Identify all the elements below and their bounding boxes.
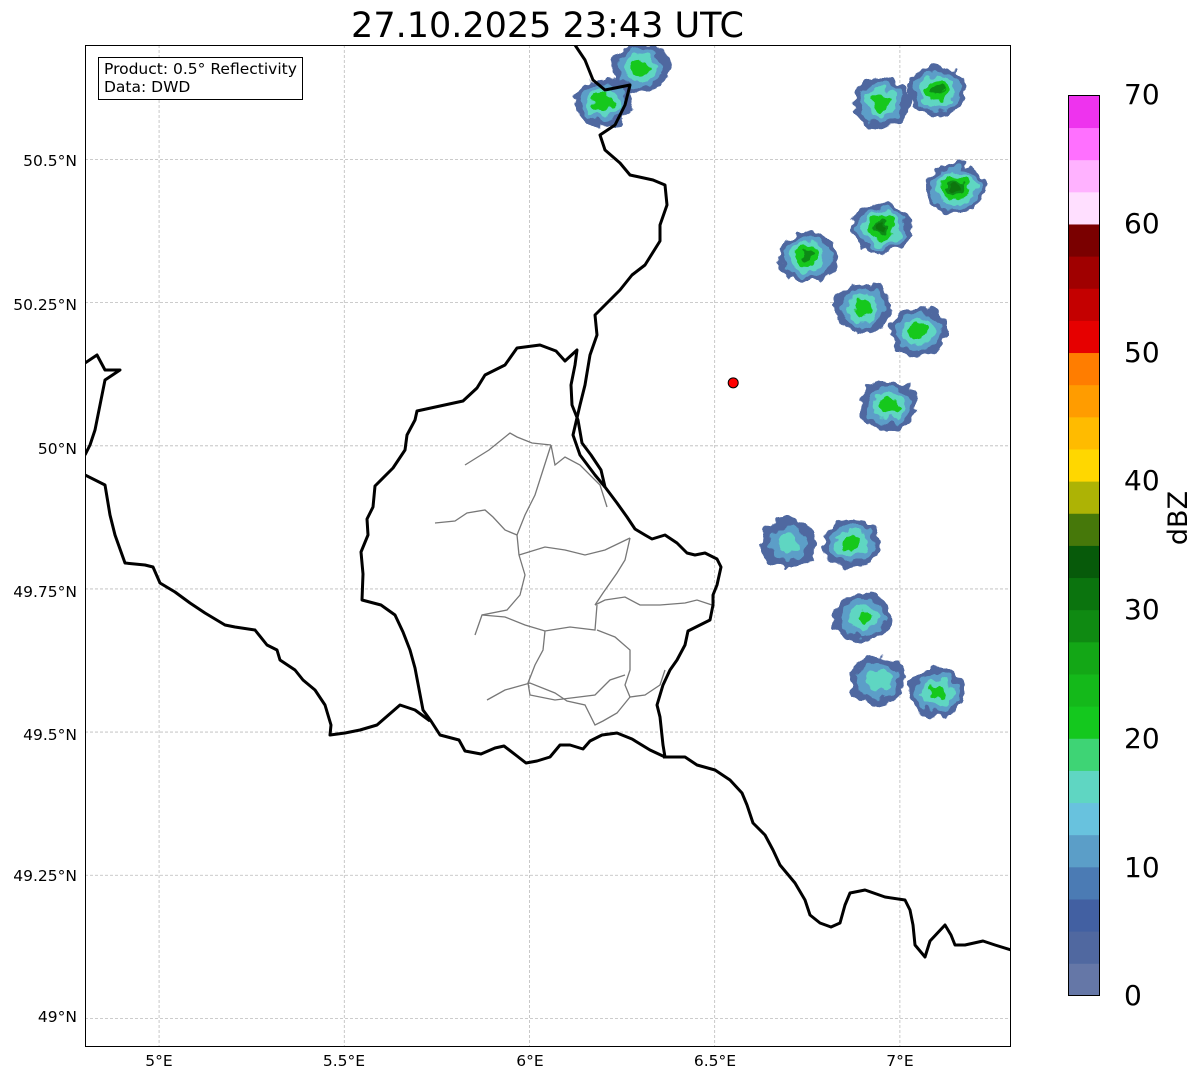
colorbar-segment — [1068, 577, 1100, 611]
colorbar-segment — [1068, 95, 1100, 129]
colorbar-segment — [1068, 159, 1100, 193]
colorbar-tick-label: 0 — [1124, 979, 1142, 1012]
echo-contour — [630, 59, 651, 77]
border-germany-france — [663, 755, 1011, 959]
canton-boundary — [527, 630, 626, 701]
canton-boundary — [486, 682, 631, 726]
colorbar-segment — [1068, 352, 1100, 386]
colorbar-tick-label: 50 — [1124, 336, 1160, 369]
luxembourg-cantons — [434, 432, 713, 726]
map-title: 27.10.2025 23:43 UTC — [351, 6, 744, 46]
colorbar-tick-label: 20 — [1124, 722, 1160, 755]
y-tick-label: 50.5°N — [23, 152, 77, 170]
canton-boundary — [481, 604, 598, 632]
y-tick-label: 49°N — [37, 1008, 77, 1026]
canton-boundary — [474, 554, 526, 636]
x-tick-label: 7°E — [886, 1052, 914, 1070]
echo-contour — [855, 611, 870, 624]
colorbar-tick-label: 60 — [1124, 207, 1160, 240]
colorbar-segment — [1068, 641, 1100, 675]
canton-boundary — [434, 509, 518, 536]
echo-contour — [593, 93, 614, 111]
y-tick-label: 50.25°N — [13, 296, 77, 314]
colorbar — [1068, 95, 1100, 996]
colorbar-segment — [1068, 866, 1100, 900]
radar-site-marker[interactable] — [727, 377, 739, 389]
echo-contour — [879, 397, 899, 415]
echo-contour — [949, 183, 962, 194]
colorbar-segment — [1068, 449, 1100, 482]
echo-contour — [842, 535, 861, 551]
canton-boundary — [594, 596, 713, 606]
x-tick-label: 5.5°E — [322, 1052, 366, 1070]
x-tick-label: 6.5°E — [693, 1052, 737, 1070]
radar-map[interactable] — [85, 45, 1011, 1047]
data-source-label: Data: DWD — [104, 78, 191, 96]
colorbar-segment — [1068, 899, 1100, 932]
colorbar-segment — [1068, 416, 1100, 450]
colorbar-segment — [1068, 224, 1100, 257]
product-label: Product: 0.5° Reflectivity — [104, 60, 297, 78]
product-legend: Product: 0.5° Reflectivity Data: DWD — [98, 57, 303, 100]
y-tick-label: 50°N — [37, 440, 77, 458]
colorbar-label: dBZ — [1163, 490, 1194, 546]
canton-boundary — [518, 537, 631, 556]
echo-contour — [801, 251, 814, 262]
y-tick-label: 49.5°N — [23, 726, 77, 744]
colorbar-segment — [1068, 191, 1100, 225]
colorbar-segment — [1068, 609, 1100, 643]
colorbar-segment — [1068, 481, 1100, 514]
echo-contour — [930, 85, 943, 96]
colorbar-segment — [1068, 288, 1100, 321]
colorbar-tick-label: 40 — [1124, 464, 1160, 497]
echo-contour — [875, 223, 888, 234]
echo-contour — [908, 322, 929, 340]
colorbar-segment — [1068, 834, 1100, 868]
colorbar-segment — [1068, 320, 1100, 354]
x-tick-label: 6°E — [516, 1052, 544, 1070]
echo-contour — [928, 684, 946, 700]
canton-boundary — [464, 432, 552, 466]
border-netherlands — [85, 353, 122, 456]
x-tick-label: 5°E — [145, 1052, 173, 1070]
colorbar-segment — [1068, 674, 1100, 707]
luxembourg-border — [359, 343, 723, 765]
canton-boundary — [516, 444, 552, 556]
colorbar-segment — [1068, 127, 1100, 161]
y-tick-label: 49.25°N — [13, 867, 77, 885]
colorbar-tick-label: 30 — [1124, 593, 1160, 626]
colorbar-segment — [1068, 802, 1100, 836]
radar-echoes — [574, 45, 986, 717]
colorbar-segment — [1068, 513, 1100, 546]
colorbar-segment — [1068, 931, 1100, 964]
colorbar-segment — [1068, 963, 1100, 996]
colorbar-tick-label: 70 — [1124, 78, 1160, 111]
colorbar-segment — [1068, 738, 1100, 771]
echo-contour — [864, 669, 891, 692]
colorbar-tick-label: 10 — [1124, 851, 1160, 884]
echo-contour — [777, 533, 800, 553]
canton-boundary — [596, 629, 666, 698]
colorbar-segment — [1068, 384, 1100, 418]
colorbar-segment — [1068, 256, 1100, 289]
canton-boundary — [594, 537, 631, 606]
country-borders — [85, 45, 1011, 959]
echo-contour — [853, 300, 873, 317]
colorbar-segment — [1068, 545, 1100, 579]
colorbar-segment — [1068, 706, 1100, 739]
echo-contour — [871, 93, 892, 111]
y-tick-label: 49.75°N — [13, 583, 77, 601]
colorbar-segment — [1068, 770, 1100, 804]
